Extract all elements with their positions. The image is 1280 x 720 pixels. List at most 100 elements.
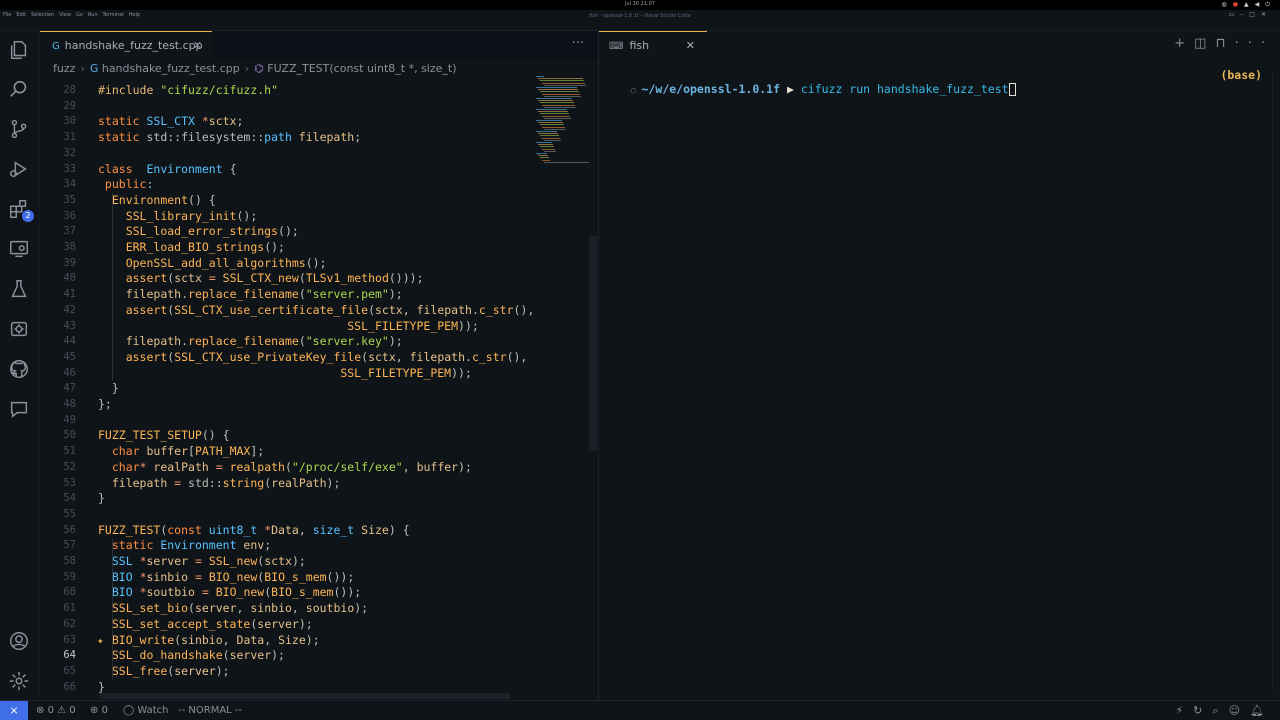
fuzzing-icon[interactable] (8, 318, 32, 342)
code-line[interactable]: 33 class Environment { (40, 162, 580, 178)
problems-indicator[interactable]: ⊗ 0 ⚠ 0 (36, 705, 76, 716)
minimap-line (540, 157, 549, 159)
code-line[interactable]: 54} (40, 491, 580, 507)
search-icon[interactable] (8, 78, 32, 102)
code-line[interactable]: 52 char* realPath = realpath("/proc/self… (40, 460, 580, 476)
refresh-icon[interactable]: ↻ (1193, 704, 1212, 717)
code-line[interactable]: 61 SSL_set_bio(server, sinbio, soutbio); (40, 601, 580, 617)
minimap-line (540, 135, 559, 137)
code-line[interactable]: 46 SSL_FILETYPE_PEM)); (40, 366, 580, 382)
close-icon[interactable]: ✕ (686, 39, 695, 52)
minimap-line (536, 87, 577, 88)
code-token: = (174, 475, 189, 490)
code-token: sctx (208, 114, 237, 129)
code-line[interactable]: 48}; (40, 397, 580, 413)
code-line[interactable]: 37 SSL_load_error_strings(); (40, 224, 580, 240)
remote-explorer-icon[interactable] (8, 238, 32, 262)
code-token: = (201, 585, 216, 600)
code-line[interactable]: 34 public: (40, 177, 580, 193)
code-line[interactable]: 41 filepath.replace_filename("server.pem… (40, 287, 580, 303)
breadcrumb-symbol[interactable]: FUZZ_TEST(const uint8_t *, size_t) (267, 62, 456, 75)
notifications-icon[interactable]: 🔔︎ (1250, 704, 1274, 717)
more-actions-icon[interactable]: ··· (572, 36, 584, 51)
code-text: assert(sctx = SSL_CTX_new(TLSv1_method()… (98, 271, 424, 287)
copilot-icon[interactable]: ☺ (1229, 704, 1250, 717)
account-icon[interactable] (8, 630, 32, 654)
code-line[interactable]: 39 OpenSSL_add_all_algorithms(); (40, 256, 580, 272)
code-line[interactable]: 58 SSL *server = SSL_new(sctx); (40, 554, 580, 570)
code-line[interactable]: 56 FUZZ_TEST(const uint8_t *Data, size_t … (40, 523, 580, 539)
code-line[interactable]: 63 ✦ BIO_write(sinbio, Data, Size); (40, 633, 580, 649)
function-symbol-icon: ⌬ (254, 62, 268, 75)
system-tray[interactable]: ◍●▲◀⏻ (1222, 1, 1277, 9)
code-line[interactable]: 38 ERR_load_BIO_strings(); (40, 240, 580, 256)
explorer-icon[interactable] (8, 39, 32, 63)
manage-gear-icon[interactable] (8, 670, 32, 694)
code-line[interactable]: 57 static Environment env; (40, 538, 580, 554)
comments-icon[interactable] (8, 398, 32, 422)
code-line[interactable]: 43 SSL_FILETYPE_PEM)); (40, 319, 580, 335)
minimap-line (542, 137, 560, 139)
editor-horizontal-scrollbar[interactable] (100, 693, 510, 699)
code-line[interactable]: 44 filepath.replace_filename("server.key… (40, 334, 580, 350)
code-token: uint8_t (208, 522, 265, 537)
run-debug-icon[interactable] (8, 158, 32, 182)
more-actions-icon[interactable]: ··· (1235, 36, 1274, 51)
github-icon[interactable] (8, 358, 32, 382)
code-line[interactable]: 55 (40, 507, 580, 523)
line-number: 64 (63, 649, 76, 662)
code-line[interactable]: 65 SSL_free(server); (40, 664, 580, 680)
code-line[interactable]: 36 SSL_library_init(); (40, 209, 580, 225)
split-terminal-icon[interactable]: ◫ (1194, 36, 1215, 51)
watch-button[interactable]: ◯ Watch (123, 705, 169, 716)
sync-icon[interactable]: ⚡ (1175, 704, 1193, 717)
line-number: 65 (63, 664, 76, 677)
ports-indicator[interactable]: ⊕ 0 (90, 705, 108, 716)
code-line[interactable]: 45 assert(SSL_CTX_use_PrivateKey_file(sc… (40, 350, 580, 366)
code-token: std:: (188, 475, 223, 490)
system-clock[interactable]: Jul 30 21:07 (0, 1, 1280, 7)
extensions-icon[interactable]: 2 (8, 198, 34, 222)
code-line[interactable]: 60 BIO *soutbio = BIO_new(BIO_s_mem()); (40, 585, 580, 601)
minimap-line (544, 95, 581, 97)
code-line[interactable]: 28 #include "cifuzz/cifuzz.h" (40, 83, 580, 99)
code-line[interactable]: 64 SSL_do_handshake(server); (40, 648, 580, 664)
terminal-prompt[interactable]: ○ ~/w/e/openssl-1.0.1f ▶ cifuzz run hand… (603, 68, 1016, 110)
terminal-tab[interactable]: ⌨ fish ✕ (599, 31, 707, 60)
remote-indicator-icon[interactable]: ⨯ (0, 701, 28, 720)
close-icon[interactable]: ✕ (193, 39, 202, 52)
indent-guide (112, 192, 113, 382)
line-number: 33 (63, 162, 76, 175)
code-line[interactable]: 42 assert(SSL_CTX_use_certificate_file(s… (40, 303, 580, 319)
code-line[interactable]: 29 (40, 99, 580, 115)
code-line[interactable]: 51 char buffer[PATH_MAX]; (40, 444, 580, 460)
layout-icon: ▭ (1228, 11, 1241, 18)
code-line[interactable]: 30 static SSL_CTX *sctx; (40, 114, 580, 130)
code-line[interactable]: 53 filepath = std::string(realPath); (40, 476, 580, 492)
minimap[interactable] (536, 76, 589, 166)
code-line[interactable]: 32 (40, 146, 580, 162)
lock-icon[interactable]: ⊓ (1215, 36, 1234, 51)
code-line[interactable]: 35 Environment() { (40, 193, 580, 209)
breadcrumb-file[interactable]: handshake_fuzz_test.cpp (102, 62, 240, 75)
testing-icon[interactable] (8, 278, 32, 302)
code-line[interactable]: 59 BIO *sinbio = BIO_new(BIO_s_mem()); (40, 570, 580, 586)
zoom-icon[interactable]: ⌕ (1212, 704, 1228, 717)
code-line[interactable]: 50 FUZZ_TEST_SETUP() { (40, 428, 580, 444)
code-line[interactable]: 40 assert(sctx = SSL_CTX_new(TLSv1_metho… (40, 271, 580, 287)
code-line[interactable]: 49 (40, 413, 580, 429)
code-token: , (402, 302, 417, 317)
tab-handshake-fuzz-test[interactable]: Ghandshake_fuzz_test.cpp ✕ (40, 31, 212, 60)
window-controls[interactable]: ▭–□✕ (1229, 11, 1272, 18)
source-control-icon[interactable] (8, 118, 32, 142)
line-number: 60 (63, 586, 76, 599)
code-line[interactable]: 47 } (40, 381, 580, 397)
editor-tabs: Ghandshake_fuzz_test.cpp ✕ ··· (40, 31, 598, 60)
code-line[interactable]: 31 static std::filesystem::path filepath; (40, 130, 580, 146)
code-line[interactable]: 62 SSL_set_accept_state(server); (40, 617, 580, 633)
editor-vertical-scrollbar[interactable] (589, 236, 597, 451)
terminal-scrollbar[interactable] (1272, 71, 1280, 691)
breadcrumb-folder[interactable]: fuzz (53, 62, 75, 75)
new-terminal-icon[interactable]: + (1174, 36, 1194, 51)
